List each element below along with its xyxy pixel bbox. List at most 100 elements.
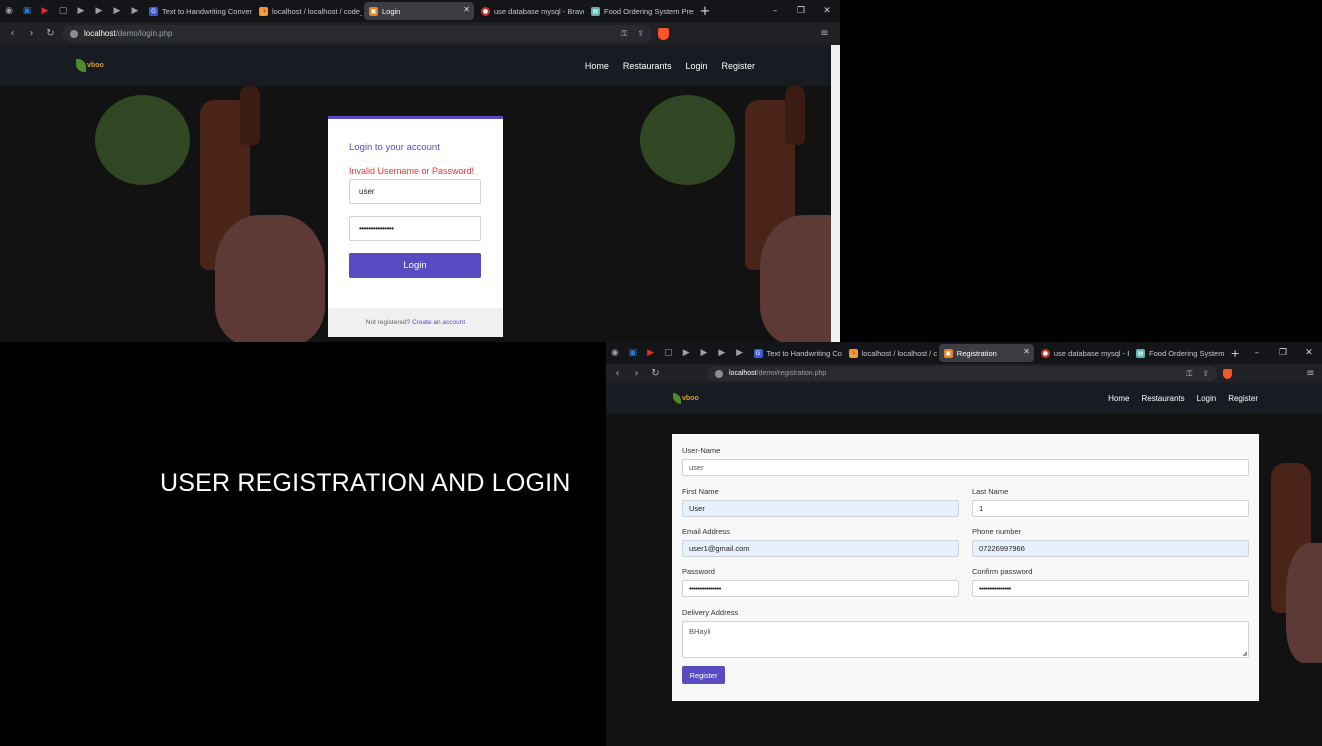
forward-icon[interactable]: ›: [627, 368, 646, 379]
restore-icon[interactable]: ❐: [788, 6, 814, 16]
pinned-tab-icon[interactable]: ▢: [54, 2, 72, 20]
confirm-password-input[interactable]: •••••••••••••••: [972, 580, 1249, 597]
registration-browser-window: ◉ ▣ ▶ ▢ ▶ ▶ ▶ ▶ G Text to Handwriting Co…: [606, 342, 1322, 746]
back-icon[interactable]: ‹: [608, 368, 627, 379]
minimize-icon[interactable]: –: [762, 6, 788, 16]
nav-login[interactable]: Login: [685, 61, 707, 71]
first-name-input[interactable]: User: [682, 500, 959, 517]
tab-label: Login: [382, 6, 401, 16]
play-icon[interactable]: ▶: [677, 344, 695, 362]
register-button[interactable]: Register: [682, 666, 725, 684]
back-icon[interactable]: ‹: [3, 28, 22, 39]
email-input[interactable]: user1@gmail.com: [682, 540, 959, 557]
key-icon[interactable]: ⚿: [621, 29, 627, 39]
site-nav: Home Restaurants Login Register: [1108, 394, 1258, 403]
bottle-neck-image: [785, 85, 805, 145]
minimize-icon[interactable]: –: [1244, 348, 1270, 358]
tab-login[interactable]: ▣ Login ✕: [364, 2, 474, 20]
site-logo[interactable]: vboo: [76, 59, 104, 72]
tab-phpmyadmin[interactable]: ⛵ localhost / localhost / code_c: [844, 344, 937, 362]
restore-icon[interactable]: ❐: [1270, 348, 1296, 358]
tab-handwriting[interactable]: G Text to Handwriting Converter: [749, 344, 842, 362]
url-field[interactable]: localhost/demo/registration.php ⚿ ⇪: [707, 366, 1217, 381]
brave-search-icon: ●: [481, 6, 490, 16]
url-field[interactable]: localhost/demo/login.php ⚿ ⇪: [62, 25, 652, 42]
address-textarea[interactable]: BHayli ◢: [682, 621, 1249, 658]
close-window-icon[interactable]: ✕: [1296, 348, 1322, 358]
play-icon[interactable]: ▶: [90, 2, 108, 20]
email-label: Email Address: [682, 527, 730, 536]
hamburger-menu-icon[interactable]: ≡: [1301, 368, 1320, 379]
tab-brave-search[interactable]: ● use database mysql - Brave Se: [476, 2, 584, 20]
phone-label: Phone number: [972, 527, 1022, 536]
not-registered-text: Not registered?: [365, 319, 411, 326]
confirm-password-label: Confirm password: [972, 567, 1033, 576]
nav-register[interactable]: Register: [1228, 394, 1258, 403]
play-icon[interactable]: ▶: [72, 2, 90, 20]
play-icon[interactable]: ▶: [126, 2, 144, 20]
cake-image: [1286, 543, 1322, 663]
page-icon: ▣: [369, 6, 378, 16]
outlook-icon[interactable]: ▣: [18, 2, 36, 20]
close-tab-icon[interactable]: ✕: [1023, 347, 1030, 356]
nav-register[interactable]: Register: [721, 61, 755, 71]
resize-handle-icon[interactable]: ◢: [1242, 650, 1247, 657]
key-icon[interactable]: ⚿: [1186, 369, 1192, 379]
tab-label: Food Ordering System Presen: [1149, 348, 1225, 358]
outlook-icon[interactable]: ▣: [624, 344, 642, 362]
nav-home[interactable]: Home: [585, 61, 609, 71]
login-button[interactable]: Login: [349, 253, 481, 278]
url-actions: ⚿ ⇪: [621, 29, 644, 39]
reload-icon[interactable]: ↻: [646, 368, 665, 379]
brave-shields-icon[interactable]: [658, 27, 669, 40]
site-info-icon[interactable]: [70, 29, 78, 38]
window-controls: – ❐ ✕: [1244, 348, 1322, 358]
scrollbar[interactable]: [831, 45, 840, 342]
tab-brave-search[interactable]: ● use database mysql - Brave Se: [1036, 344, 1129, 362]
nav-restaurants[interactable]: Restaurants: [1141, 394, 1184, 403]
share-icon[interactable]: ⇪: [1202, 369, 1209, 378]
tab-phpmyadmin[interactable]: ⛵ localhost / localhost / code_c: [254, 2, 362, 20]
close-window-icon[interactable]: ✕: [814, 6, 840, 16]
reload-icon[interactable]: ↻: [41, 28, 60, 39]
hamburger-menu-icon[interactable]: ≡: [815, 28, 834, 39]
password-input[interactable]: •••••••••••••••: [349, 216, 481, 241]
nav-login[interactable]: Login: [1197, 394, 1217, 403]
address-value: BHayli: [689, 627, 711, 636]
pinned-tab-icon[interactable]: ▢: [659, 344, 677, 362]
phone-input[interactable]: 07226997966: [972, 540, 1249, 557]
page-icon: ▣: [943, 348, 953, 358]
nav-restaurants[interactable]: Restaurants: [623, 61, 672, 71]
password-input[interactable]: •••••••••••••••: [682, 580, 959, 597]
registration-card: User-Name user First Name User Last Name…: [672, 434, 1259, 701]
brave-menu-icon[interactable]: ◉: [0, 2, 18, 20]
last-name-input[interactable]: 1: [972, 500, 1249, 517]
youtube-icon[interactable]: ▶: [642, 344, 660, 362]
play-icon[interactable]: ▶: [108, 2, 126, 20]
youtube-icon[interactable]: ▶: [36, 2, 54, 20]
tab-label: Registration: [956, 348, 997, 358]
cake-image: [760, 215, 840, 342]
site-info-icon[interactable]: [715, 369, 723, 378]
username-input[interactable]: user: [349, 179, 481, 204]
new-tab-icon[interactable]: +: [1226, 344, 1244, 362]
forward-icon[interactable]: ›: [22, 28, 41, 39]
username-input[interactable]: user: [682, 459, 1249, 476]
play-icon[interactable]: ▶: [713, 344, 731, 362]
close-tab-icon[interactable]: ✕: [463, 5, 470, 14]
tab-registration[interactable]: ▣ Registration ✕: [938, 344, 1034, 362]
brave-shields-icon[interactable]: [1223, 368, 1232, 379]
logo-leaf-icon: [76, 59, 86, 72]
g-logo-icon: G: [753, 348, 763, 358]
play-icon[interactable]: ▶: [695, 344, 713, 362]
tab-slides[interactable]: ▤ Food Ordering System Presen: [1131, 344, 1224, 362]
share-icon[interactable]: ⇪: [637, 29, 644, 38]
create-account-link[interactable]: Create an account: [412, 319, 465, 326]
tab-slides[interactable]: ▤ Food Ordering System Presen: [586, 2, 694, 20]
tab-handwriting[interactable]: G Text to Handwriting Converter: [144, 2, 252, 20]
play-icon[interactable]: ▶: [731, 344, 749, 362]
brave-menu-icon[interactable]: ◉: [606, 344, 624, 362]
site-logo[interactable]: vboo: [673, 393, 699, 404]
nav-home[interactable]: Home: [1108, 394, 1129, 403]
new-tab-icon[interactable]: +: [696, 2, 714, 20]
